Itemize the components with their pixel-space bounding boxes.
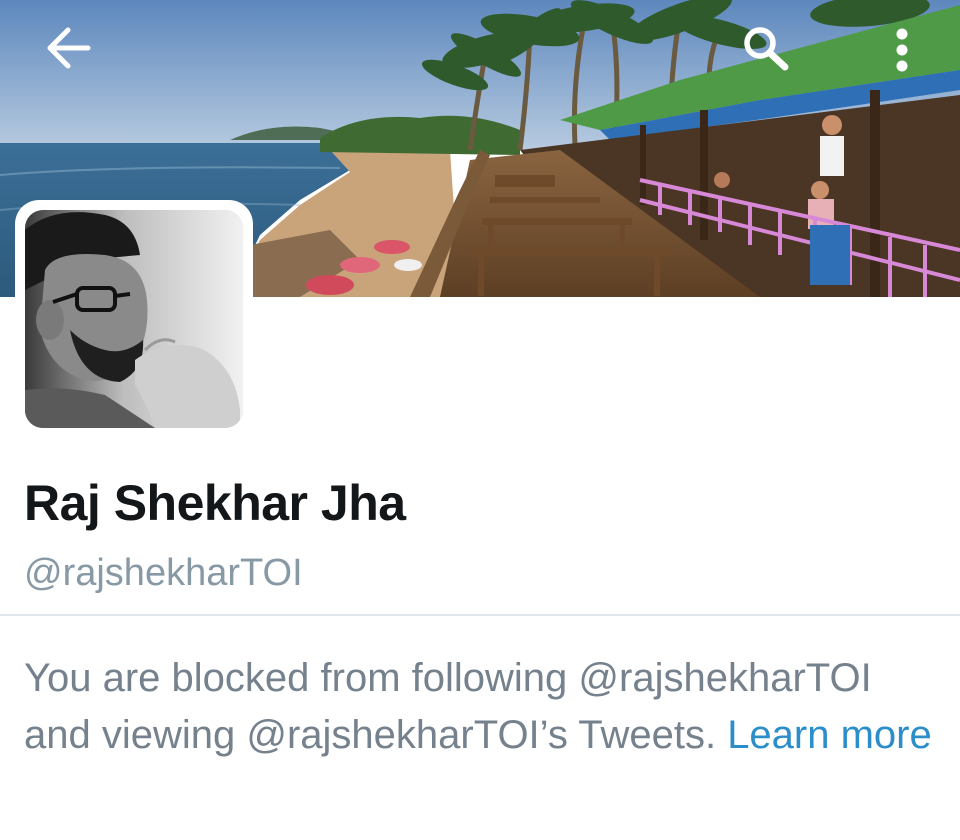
search-icon [744,27,789,71]
username-handle: @rajshekharTOI [24,552,303,594]
display-name: Raj Shekhar Jha [24,475,406,531]
overflow-menu-button[interactable] [880,20,924,80]
search-button[interactable] [736,20,796,76]
vertical-dots-icon [896,28,908,72]
blocked-notice: You are blocked from following @rajshekh… [24,650,944,764]
divider [0,614,960,616]
avatar-photo [25,210,243,428]
back-button[interactable] [30,20,106,76]
avatar-frame [15,200,253,438]
avatar[interactable] [25,210,243,428]
arrow-left-icon [47,27,91,69]
learn-more-link[interactable]: Learn more [727,713,932,757]
